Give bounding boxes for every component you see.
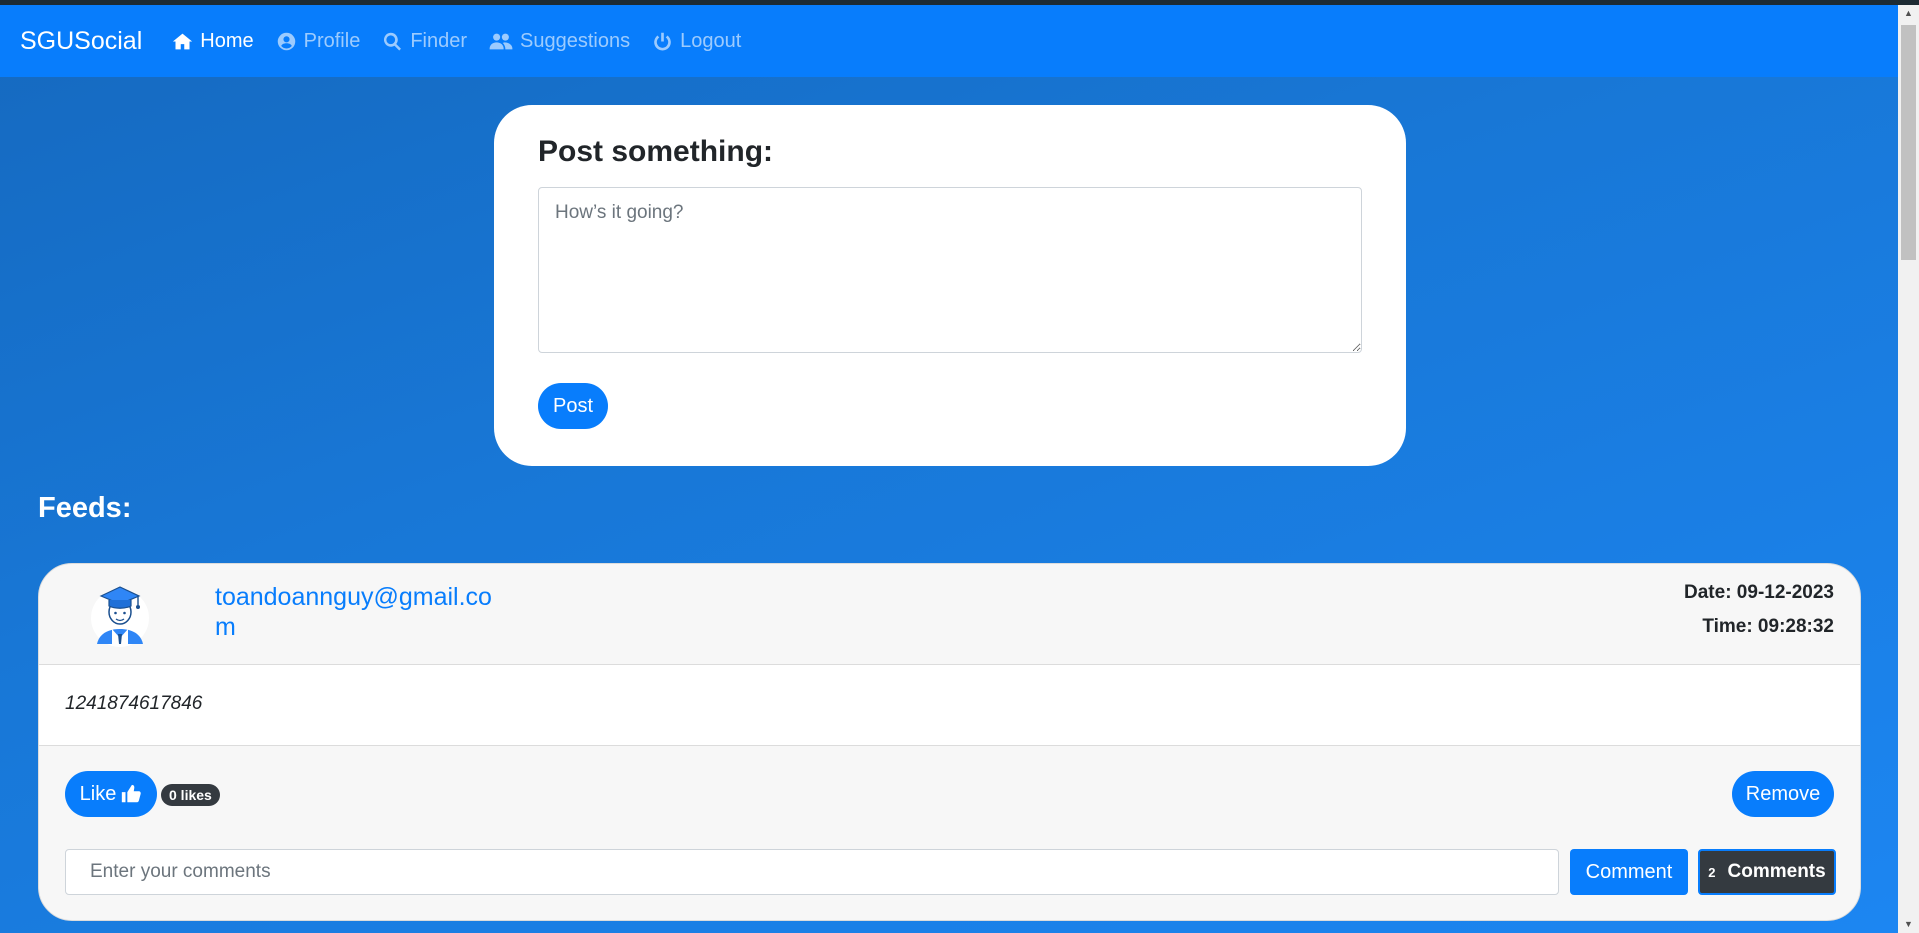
scroll-down-icon[interactable]: ▼ [1898, 916, 1919, 933]
nav-item-label: Home [200, 29, 254, 52]
nav-item-profile[interactable]: Profile [276, 29, 361, 53]
remove-post-button[interactable]: Remove [1732, 771, 1834, 817]
comment-button[interactable]: Comment [1570, 849, 1688, 895]
feed-card: toandoannguy@gmail.com Date: 09-12-2023 … [38, 563, 1861, 921]
nav-item-suggestions[interactable]: Suggestions [489, 30, 630, 53]
like-button[interactable]: Like [65, 771, 157, 817]
nav-item-home[interactable]: Home [172, 29, 254, 53]
post-content: 1241874617846 [65, 693, 203, 714]
comments-button-label: Comments [1727, 861, 1826, 882]
power-icon [654, 32, 671, 51]
view-comments-button[interactable]: 2 Comments [1698, 849, 1836, 895]
nav-item-finder[interactable]: Finder [382, 30, 467, 53]
post-composer-title: Post something: [538, 135, 774, 168]
post-author-link[interactable]: toandoannguy@gmail.com [215, 582, 495, 642]
scrollbar-thumb[interactable] [1901, 25, 1916, 260]
feed-header: toandoannguy@gmail.com Date: 09-12-2023 … [39, 564, 1860, 665]
nav-item-label: Profile [303, 29, 361, 52]
feed-body: 1241874617846 [39, 665, 1860, 746]
post-date: Date: 09-12-2023 [1684, 582, 1834, 603]
home-icon [173, 33, 193, 49]
avatar[interactable] [89, 582, 151, 648]
post-button[interactable]: Post [538, 383, 608, 429]
nav-item-label: Finder [410, 29, 468, 52]
comment-input[interactable] [65, 849, 1559, 895]
post-textarea[interactable] [538, 187, 1362, 353]
feeds-title: Feeds: [38, 492, 132, 524]
post-time: Time: 09:28:32 [1702, 616, 1834, 637]
nav-item-logout[interactable]: Logout [652, 30, 741, 53]
like-button-label: Like [79, 782, 117, 805]
nav-item-label: Suggestions [520, 29, 631, 52]
thumbs-up-icon [122, 784, 142, 803]
nav-item-label: Logout [680, 29, 742, 52]
brand-logo[interactable]: SGUSocial [20, 27, 142, 56]
search-icon [384, 32, 402, 51]
users-icon [489, 33, 513, 49]
likes-count-badge: 0 likes [161, 784, 220, 806]
scroll-up-icon[interactable]: ▲ [1898, 5, 1919, 22]
post-composer: Post something: Post [494, 105, 1406, 466]
page-scrollbar[interactable]: ▲ ▼ [1898, 5, 1919, 933]
comments-count: 2 [1708, 864, 1716, 880]
user-circle-icon [277, 32, 295, 50]
navbar: SGUSocial Home Profile Finder Suggestion… [0, 5, 1898, 77]
